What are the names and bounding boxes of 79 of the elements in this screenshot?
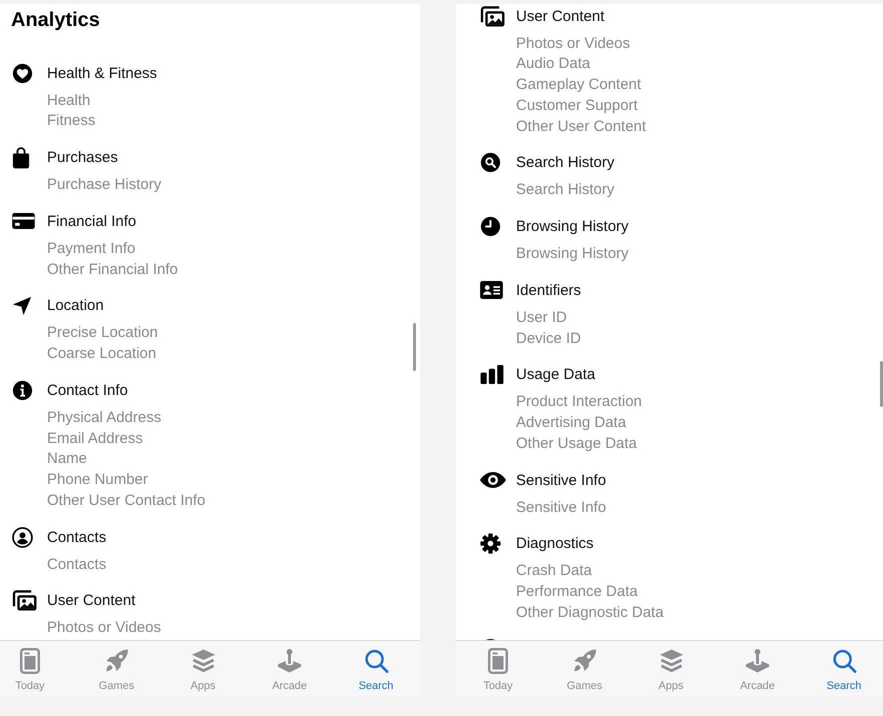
data-type: Phone Number (47, 470, 148, 490)
rocket-icon (104, 648, 129, 674)
data-type: Other User Contact Info (47, 490, 206, 511)
category-title: Purchases (47, 148, 118, 168)
data-type: Other Financial Info (47, 260, 178, 280)
tab-button[interactable]: Games (90, 641, 142, 697)
rocket-icon (572, 648, 597, 674)
category-title: Contacts (47, 528, 106, 548)
data-type: Product Interaction (516, 392, 642, 412)
data-type: Browsing History (516, 244, 629, 264)
page-icon (488, 648, 508, 674)
data-type: Precise Location (47, 323, 158, 344)
tab-button[interactable]: Games (558, 641, 610, 697)
scroll-indicator (413, 323, 416, 371)
category-title: Identifiers (516, 280, 582, 301)
data-type: Purchase History (47, 175, 162, 195)
data-type: Other User Content (516, 116, 646, 136)
data-type: Customer Support (516, 96, 638, 116)
gear-icon (480, 533, 501, 554)
search-icon (480, 152, 501, 174)
joystick-icon (745, 648, 770, 674)
category-title: Health & Fitness (47, 64, 158, 84)
data-type: Other Diagnostic Data (516, 602, 664, 623)
search-icon (364, 648, 388, 674)
data-type: Photos or Videos (47, 618, 161, 638)
data-type: Crash Data (516, 561, 592, 582)
eye-icon (480, 472, 506, 488)
tab-button[interactable]: Search (818, 641, 870, 697)
person-circle-icon (12, 526, 33, 548)
category-title: Sensitive Info (516, 470, 606, 490)
tab-button[interactable]: Today (472, 641, 524, 697)
data-type: Advertising Data (516, 413, 626, 433)
data-type: Search History (516, 180, 614, 200)
data-type: Name (47, 449, 88, 470)
data-type: Payment Info (47, 238, 136, 259)
joystick-icon (277, 648, 302, 674)
layers-icon (190, 648, 216, 674)
scroll-indicator (880, 361, 883, 407)
clock-icon (480, 216, 501, 237)
category-title: Usage Data (516, 365, 596, 386)
data-type: Coarse Location (47, 344, 156, 364)
data-type: Gameplay Content (516, 75, 642, 95)
tab-button[interactable]: Arcade (732, 641, 784, 697)
tab-button[interactable]: Apps (645, 641, 697, 697)
data-type: Performance Data (516, 582, 638, 602)
category-title: Browsing History (516, 217, 629, 237)
category-title: User Content (516, 6, 604, 26)
info-icon (12, 380, 33, 401)
bar-chart-icon (480, 365, 504, 384)
category-title: Search History (516, 153, 614, 174)
photos-icon (12, 590, 37, 612)
tab-button[interactable]: Arcade (264, 641, 316, 697)
tab-button[interactable]: Apps (177, 641, 229, 697)
data-type: Physical Address (47, 408, 162, 428)
data-type: Contacts (47, 554, 106, 574)
location-arrow-icon (12, 296, 32, 316)
data-type: Other Usage Data (516, 434, 637, 454)
data-type: Photos or Videos (516, 34, 630, 54)
category-title: Financial Info (47, 212, 136, 232)
page-icon (20, 648, 40, 674)
category-title: Diagnostics (516, 534, 594, 554)
category-title: Location (47, 296, 104, 316)
data-type: Fitness (47, 111, 96, 132)
section-heading: Analytics (11, 8, 100, 32)
tab-button[interactable]: Today (4, 641, 56, 697)
data-type: User ID (516, 308, 567, 328)
bag-icon (12, 146, 30, 168)
data-type: Health (47, 90, 90, 110)
category-title: User Content (47, 591, 136, 612)
tab-button[interactable]: Search (350, 641, 402, 697)
data-type: Sensitive Info (516, 498, 606, 518)
id-card-icon (480, 281, 503, 300)
data-type: Email Address (47, 428, 143, 448)
data-type: Audio Data (516, 54, 590, 74)
data-type: Device ID (516, 328, 582, 348)
search-icon (832, 648, 856, 674)
layers-icon (658, 648, 684, 674)
credit-card-icon (12, 213, 35, 230)
category-title: Contact Info (47, 380, 128, 401)
